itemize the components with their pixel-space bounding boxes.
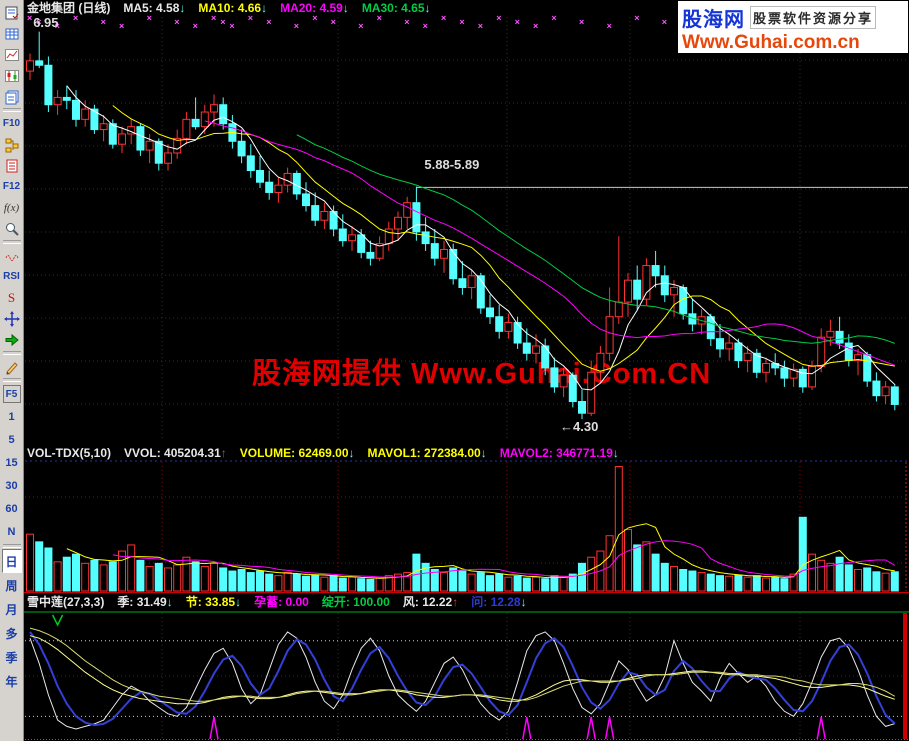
period-multi-button[interactable]: 多 [2,621,22,645]
toolbar-separator [2,108,21,112]
go-arrow-icon[interactable] [2,329,22,350]
move-icon[interactable] [2,308,22,329]
stock-title: 金地集团 (日线) [27,1,111,15]
wave-icon[interactable] [2,245,22,266]
period-month-button[interactable]: 月 [2,597,22,621]
yunxu-readout: 孕蓄: 0.00 [254,595,309,609]
vvol-readout: VVOL: 405204.31↑ [124,446,227,460]
svg-text:×: × [174,17,179,27]
svg-text:×: × [423,21,428,31]
svg-text:×: × [634,13,639,23]
main-chart-header: 金地集团 (日线) MA5: 4.58↓ MA10: 4.66↓ MA20: 4… [27,1,431,16]
svg-text:5.88-5.89: 5.88-5.89 [424,157,479,172]
interval-1min-button[interactable]: 1 [2,405,22,428]
svg-text:×: × [404,17,409,27]
svg-text:×: × [220,17,225,27]
chart-canvas[interactable]: ××××××××××××××××××××××××××××××××××××××××… [0,0,909,741]
svg-text:×: × [551,13,556,23]
period-quarter-button[interactable]: 季 [2,645,22,669]
trend-line-icon[interactable] [2,44,22,65]
svg-text:6.95: 6.95 [33,15,58,30]
svg-text:×: × [266,17,271,27]
wen-readout: 问: 12.28↓ [471,595,527,609]
banner-url-link[interactable]: Www.Guhai.com.cn [682,32,904,55]
svg-text:×: × [294,21,299,31]
svg-text:×: × [229,21,234,31]
ji-readout: 季: 31.49↓ [117,595,173,609]
ma5-readout: MA5: 4.58↓ [123,1,186,15]
svg-text:×: × [607,21,612,31]
svg-text:×: × [441,13,446,23]
f5-button[interactable]: F5 [2,385,21,403]
docs-icon[interactable] [2,86,22,107]
zhankai-readout: 绽开: 100.00 [321,595,390,609]
ma10-readout: MA10: 4.66↓ [198,1,268,15]
grid-icon[interactable] [2,23,22,44]
jie-readout: 节: 33.85↓ [185,595,242,609]
notebook-icon[interactable] [2,155,22,176]
interval-30min-button[interactable]: 30 [2,474,22,497]
toolbar-separator [2,351,21,355]
period-year-button[interactable]: 年 [2,669,22,693]
volume-readout: VOLUME: 62469.00↓ [239,446,355,460]
banner-site-name: 股海网 [682,9,745,31]
toolbar-separator [2,378,21,382]
guhai-banner: 股海网 股票软件资源分享 Www.Guhai.com.cn [678,1,908,53]
svg-text:×: × [533,21,538,31]
s-icon[interactable]: S [2,287,22,308]
svg-text:×: × [579,17,584,27]
svg-text:×: × [331,17,336,27]
mavol2-readout: MAVOL2: 346771.19↓ [499,446,619,460]
svg-text:×: × [478,21,483,31]
toolbar-separator [2,240,21,244]
svg-text:×: × [119,21,124,31]
pencil-icon[interactable] [2,356,22,377]
svg-text:×: × [515,17,520,27]
period-day-button[interactable]: 日 [1,549,22,573]
period-week-button[interactable]: 周 [2,573,22,597]
svg-text:×: × [193,21,198,31]
svg-text:×: × [496,13,501,23]
interval-5min-button[interactable]: 5 [2,428,22,451]
xzl-indicator-name: 雪中莲(27,3,3) [27,595,105,609]
banner-tagline: 股票软件资源分享 [750,6,877,29]
interval-60min-button[interactable]: 60 [2,497,22,520]
ma20-readout: MA20: 4.59↓ [280,1,349,15]
f12-button[interactable]: F12 [2,176,22,197]
feng-readout: 风: 12.22↑ [402,595,459,609]
report-icon[interactable] [2,2,22,23]
rsi-button[interactable]: RSI [2,266,22,287]
svg-text:×: × [459,17,464,27]
ma30-readout: MA30: 4.65↓ [361,1,431,15]
interval-n-button[interactable]: N [2,520,22,543]
xzl-panel-header: 雪中莲(27,3,3) 季: 31.49↓ 节: 33.85↓ 孕蓄: 0.00… [27,595,527,610]
volume-panel-header: VOL-TDX(5,10) VVOL: 405204.31↑ VOLUME: 6… [27,446,619,461]
svg-text:×: × [358,21,363,31]
svg-text:×: × [662,17,667,27]
left-toolbar: F10 F12 f(x) RSI S F5 1 5 15 30 60 N 日 周… [0,0,24,741]
interval-15min-button[interactable]: 15 [2,451,22,474]
fx-icon[interactable]: f(x) [2,197,22,218]
toolbar-separator [2,544,21,548]
kline-icon[interactable] [2,65,22,86]
magnifier-icon[interactable] [2,218,22,239]
vol-indicator-name: VOL-TDX(5,10) [27,446,112,460]
mavol1-readout: MAVOL1: 272384.00↓ [367,446,487,460]
svg-text:←4.30: ←4.30 [560,419,598,434]
tree-icon[interactable] [2,134,22,155]
svg-text:×: × [101,17,106,27]
f10-button[interactable]: F10 [2,113,22,134]
